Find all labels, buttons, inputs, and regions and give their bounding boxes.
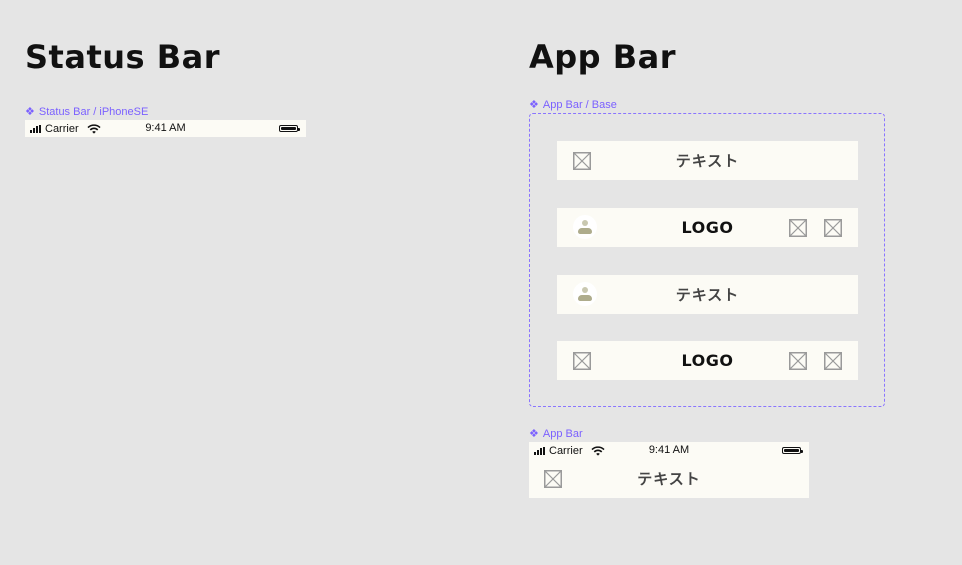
component-label-text: App Bar [542, 428, 583, 440]
app-bar-title: テキスト [675, 286, 740, 304]
placeholder-image-icon[interactable] [789, 352, 807, 370]
placeholder-image-icon[interactable] [824, 352, 842, 370]
app-bar-variant[interactable]: テキスト [557, 141, 858, 180]
battery-icon [279, 125, 300, 132]
placeholder-image-icon[interactable] [824, 219, 842, 237]
app-bar-title: テキスト [675, 152, 740, 170]
status-bar-section-title: Status Bar [25, 38, 220, 76]
app-bar-base-label[interactable]: ❖ App Bar / Base [529, 99, 617, 111]
component-icon: ❖ [25, 105, 35, 118]
app-bar-row: テキスト [529, 459, 809, 498]
app-bar-section-title: App Bar [529, 38, 676, 76]
wifi-icon [87, 124, 101, 134]
app-bar-component-label[interactable]: ❖ App Bar [529, 428, 583, 440]
placeholder-image-icon[interactable] [789, 219, 807, 237]
status-bar-component-label[interactable]: ❖ Status Bar / iPhoneSE [25, 106, 148, 118]
cellular-signal-icon [534, 446, 545, 455]
status-bar: Carrier 9:41 AM [529, 442, 809, 459]
component-label-text: Status Bar / iPhoneSE [38, 106, 149, 118]
app-bar-logo: LOGO [681, 351, 734, 370]
app-bar-variant[interactable]: LOGO [557, 341, 858, 380]
app-bar-variant[interactable]: テキスト [557, 275, 858, 314]
component-icon: ❖ [529, 427, 539, 440]
app-bar-instance: Carrier 9:41 AM テキスト [529, 442, 809, 498]
component-set-icon: ❖ [529, 98, 539, 111]
component-label-text: App Bar / Base [542, 99, 617, 111]
cellular-signal-icon [30, 124, 41, 133]
battery-icon [782, 447, 803, 454]
carrier-label: Carrier [45, 122, 79, 135]
app-bar-logo: LOGO [681, 218, 734, 237]
status-bar-iphonese: Carrier 9:41 AM [25, 120, 306, 137]
app-bar-variant[interactable]: LOGO [557, 208, 858, 247]
carrier-label: Carrier [549, 444, 583, 457]
app-bar-title: テキスト [637, 470, 701, 488]
wifi-icon [591, 446, 605, 456]
